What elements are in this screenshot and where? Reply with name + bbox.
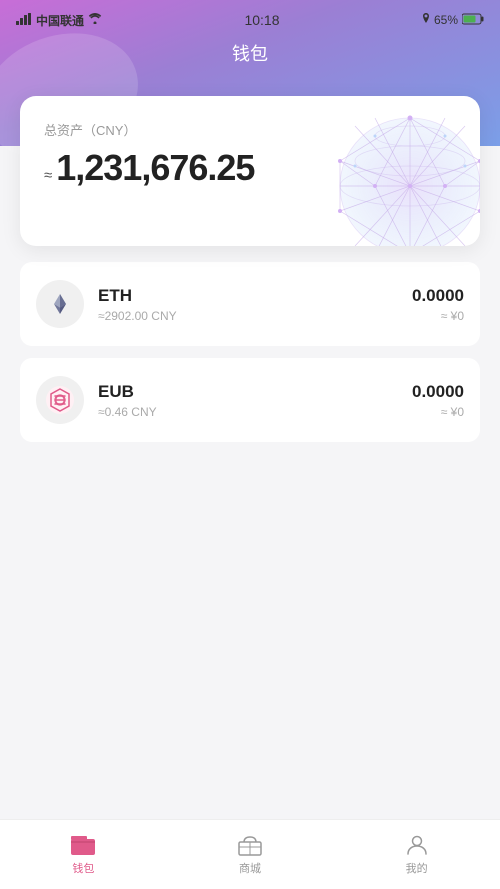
shop-icon: [237, 834, 263, 856]
status-right: 65%: [422, 13, 484, 28]
eub-amount: 0.0000: [412, 382, 464, 402]
eub-cny: ≈ ¥0: [412, 405, 464, 419]
wifi-icon: [88, 13, 102, 27]
asset-card: 总资产（CNY） ≈ 1,231,676.25: [20, 96, 480, 246]
coin-list: ETH ≈2902.00 CNY 0.0000 ≈ ¥0 EUB ≈0.46 C…: [0, 262, 500, 442]
carrier-text: 中国联通: [36, 12, 84, 29]
eth-amount: 0.0000: [412, 286, 464, 306]
asset-approx-symbol: ≈: [44, 167, 52, 184]
coin-balance-eth: 0.0000 ≈ ¥0: [412, 286, 464, 323]
nav-item-wallet[interactable]: 钱包: [0, 834, 167, 876]
profile-icon: [404, 834, 430, 856]
status-left: 中国联通: [16, 12, 102, 29]
status-time: 10:18: [244, 12, 279, 28]
location-icon: [422, 13, 430, 28]
nav-label-wallet: 钱包: [72, 860, 94, 876]
coin-item-eth[interactable]: ETH ≈2902.00 CNY 0.0000 ≈ ¥0: [20, 262, 480, 346]
wallet-icon: [70, 834, 96, 856]
eub-price: ≈0.46 CNY: [98, 405, 412, 419]
nav-item-shop[interactable]: 商城: [167, 834, 334, 876]
eth-price: ≈2902.00 CNY: [98, 309, 412, 323]
eub-name: EUB: [98, 382, 412, 402]
eth-name: ETH: [98, 286, 412, 306]
eth-icon: [36, 280, 84, 328]
nav-label-profile: 我的: [406, 860, 428, 876]
status-bar: 中国联通 10:18 65%: [0, 0, 500, 36]
eth-cny: ≈ ¥0: [412, 309, 464, 323]
coin-info-eth: ETH ≈2902.00 CNY: [98, 286, 412, 323]
coin-item-eub[interactable]: EUB ≈0.46 CNY 0.0000 ≈ ¥0: [20, 358, 480, 442]
signal-icon: [16, 13, 32, 28]
nav-label-shop: 商城: [239, 860, 261, 876]
nav-item-profile[interactable]: 我的: [333, 834, 500, 876]
dome-decoration: [320, 106, 480, 246]
asset-amount: 1,231,676.25: [56, 147, 254, 189]
coin-balance-eub: 0.0000 ≈ ¥0: [412, 382, 464, 419]
bottom-nav: 钱包 商城 我的: [0, 819, 500, 889]
eub-icon-container: [36, 376, 84, 424]
battery-icon: [462, 13, 484, 28]
coin-info-eub: EUB ≈0.46 CNY: [98, 382, 412, 419]
battery-text: 65%: [434, 13, 458, 27]
